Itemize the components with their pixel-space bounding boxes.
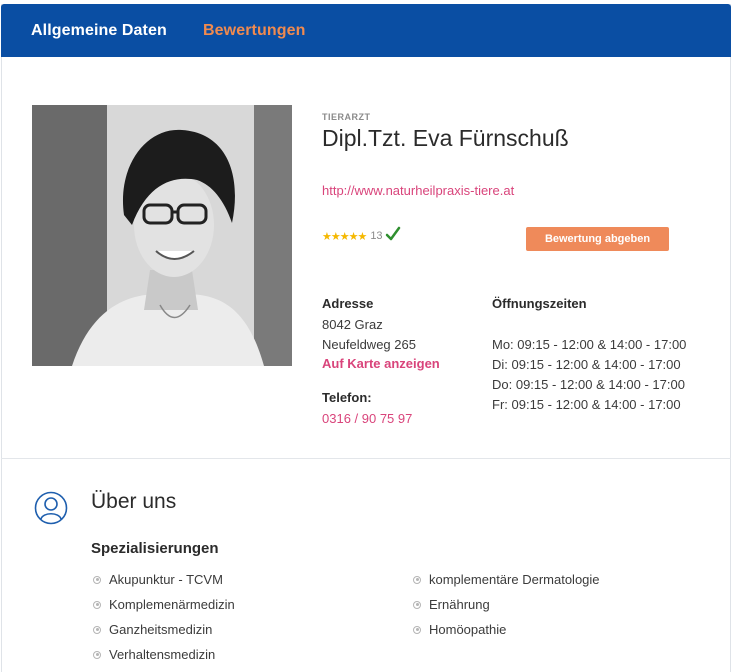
opening-hours-label: Öffnungszeiten <box>492 296 587 311</box>
bullet-icon <box>93 650 101 659</box>
user-icon <box>34 491 68 530</box>
profile-category: TIERARZT <box>322 112 371 122</box>
bullet-icon <box>93 575 101 584</box>
tab-bar: Allgemeine Daten Bewertungen <box>1 4 731 57</box>
list-item: Komplemenärmedizin <box>93 597 235 612</box>
profile-name: Dipl.Tzt. Eva Fürnschuß <box>322 125 569 151</box>
list-item: Verhaltensmedizin <box>93 647 215 662</box>
list-item: Homöopathie <box>413 622 506 637</box>
tab-reviews[interactable]: Bewertungen <box>203 22 305 40</box>
list-item: Ernährung <box>413 597 490 612</box>
opening-hours-line: Mo: 09:15 - 12:00 & 14:00 - 17:00 <box>492 337 687 352</box>
opening-hours-line: Di: 09:15 - 12:00 & 14:00 - 17:00 <box>492 357 681 372</box>
bullet-icon <box>413 600 421 609</box>
rating-summary[interactable]: ★★★★★ 13 <box>322 226 401 247</box>
profile-photo <box>32 105 292 366</box>
submit-review-button[interactable]: Bewertung abgeben <box>526 227 669 251</box>
opening-hours-line: Fr: 09:15 - 12:00 & 14:00 - 17:00 <box>492 397 681 412</box>
specializations-title: Spezialisierungen <box>91 540 219 557</box>
bullet-icon <box>413 575 421 584</box>
list-item: komplementäre Dermatologie <box>413 572 600 587</box>
rating-count: 13 <box>370 230 383 242</box>
phone-link[interactable]: 0316 / 90 75 97 <box>322 411 412 426</box>
rating-stars: ★★★★★ <box>322 230 367 243</box>
address-line: Neufeldweg 265 <box>322 337 416 352</box>
phone-label: Telefon: <box>322 390 372 405</box>
website-link[interactable]: http://www.naturheilpraxis-tiere.at <box>322 183 514 198</box>
bullet-icon <box>93 600 101 609</box>
address-label: Adresse <box>322 296 374 311</box>
tab-general-data[interactable]: Allgemeine Daten <box>31 22 167 40</box>
list-item: Ganzheitsmedizin <box>93 622 212 637</box>
bullet-icon <box>413 625 421 634</box>
check-icon <box>385 226 401 247</box>
bullet-icon <box>93 625 101 634</box>
show-on-map-link[interactable]: Auf Karte anzeigen <box>322 356 440 371</box>
address-line: 8042 Graz <box>322 317 383 332</box>
list-item: Akupunktur - TCVM <box>93 572 223 587</box>
opening-hours-line: Do: 09:15 - 12:00 & 14:00 - 17:00 <box>492 377 685 392</box>
section-divider <box>1 458 731 459</box>
about-title: Über uns <box>91 490 177 513</box>
